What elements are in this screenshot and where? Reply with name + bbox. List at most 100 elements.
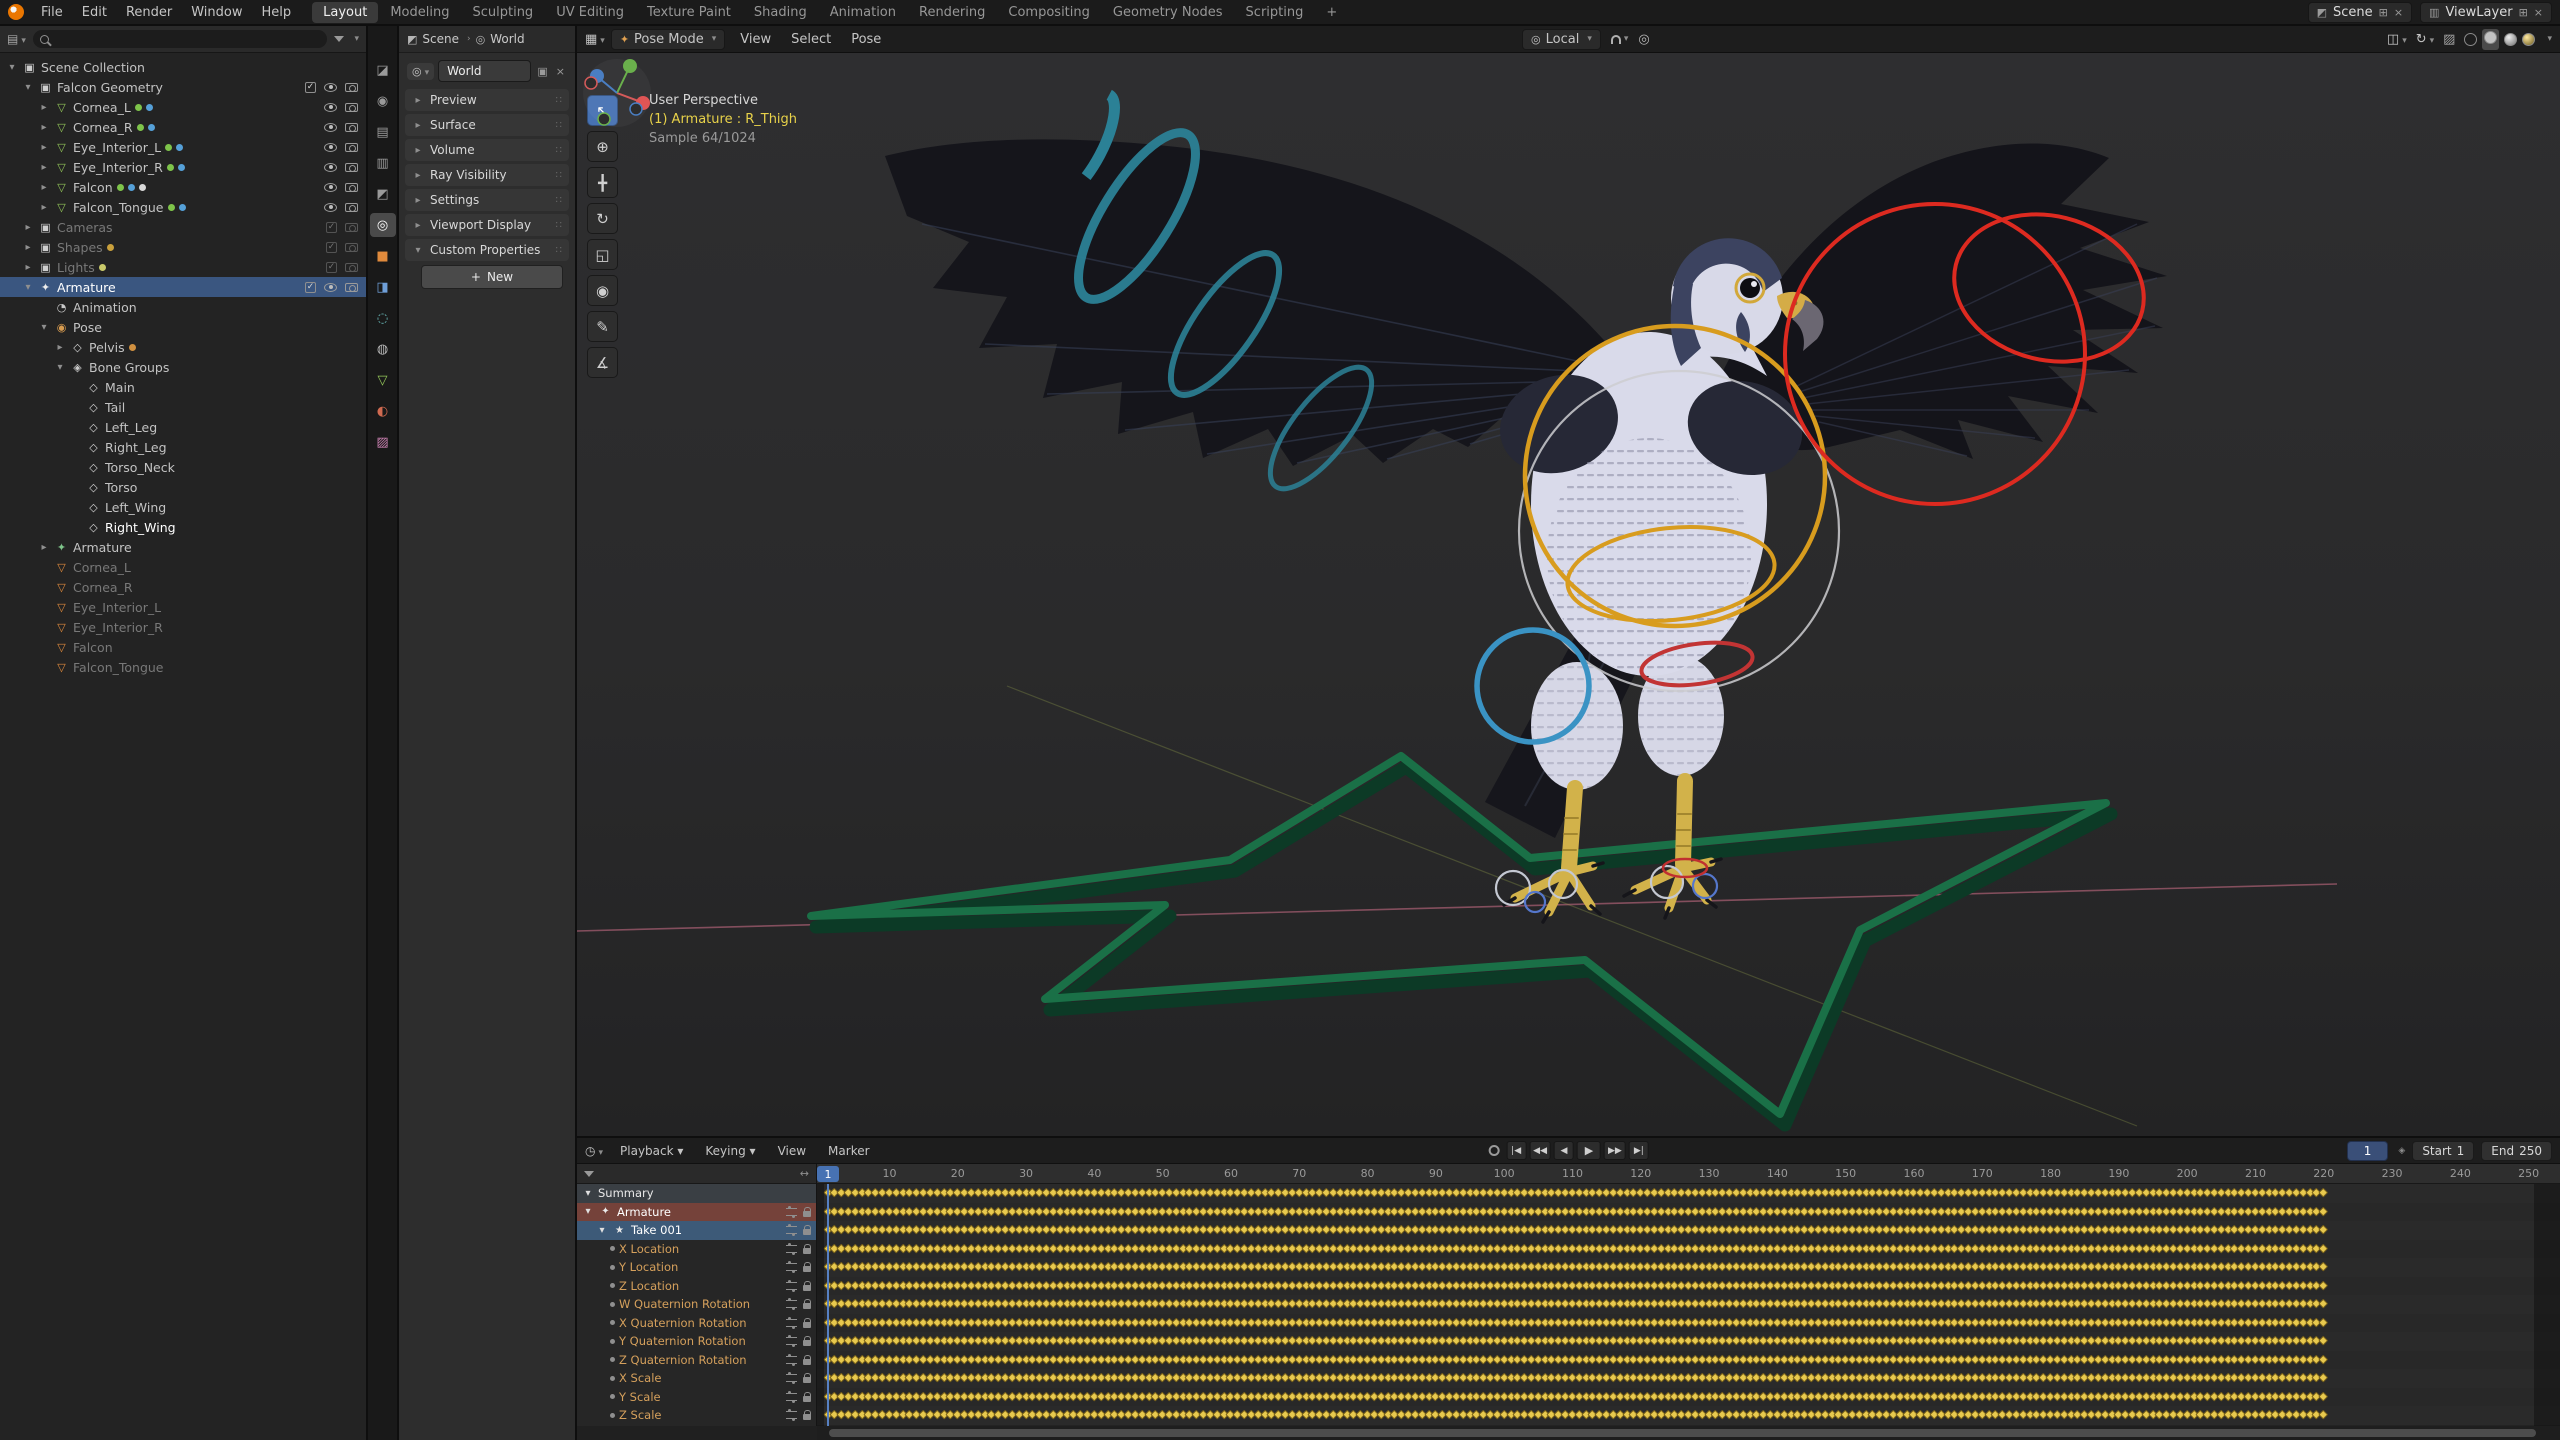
outliner-item-falcon-tongue[interactable]: ▸ ▽ Falcon_Tongue [0, 197, 366, 217]
checkbox-toggle[interactable] [326, 241, 337, 253]
eye-visibility-toggle[interactable] [324, 162, 337, 172]
mode-dropdown[interactable]: ✦ Pose Mode ▾ [610, 28, 726, 50]
xray-icon[interactable]: ▨ [2443, 32, 2455, 47]
outliner-item-torso-neck[interactable]: ◇ Torso_Neck [0, 457, 366, 477]
render-visibility-toggle[interactable] [345, 242, 358, 252]
unlink-scene-icon[interactable]: × [2394, 6, 2403, 19]
outliner-item-pelvis[interactable]: ▸ ◇ Pelvis [0, 337, 366, 357]
checkbox-toggle[interactable] [326, 221, 337, 233]
section-header-viewport-display[interactable]: ▸ Viewport Display ∷ [405, 214, 569, 236]
proportional-editing-icon[interactable]: ◎ [1638, 32, 1649, 47]
keyframe[interactable] [2318, 1298, 2329, 1308]
section-header-volume[interactable]: ▸ Volume ∷ [405, 139, 569, 161]
outliner-item-eye-interior-r[interactable]: ▽ Eye_Interior_R [0, 617, 366, 637]
new-property-button[interactable]: + New [421, 265, 563, 289]
render-visibility-toggle[interactable] [345, 262, 358, 272]
render-visibility-toggle[interactable] [345, 182, 358, 192]
timeline-menu-marker[interactable]: Marker [819, 1141, 878, 1161]
play-reverse-button[interactable]: ◀ [1554, 1141, 1574, 1160]
outliner-item-left-leg[interactable]: ◇ Left_Leg [0, 417, 366, 437]
expand-channels-icon[interactable]: ↔ [800, 1167, 809, 1180]
keyframe[interactable] [2318, 1354, 2329, 1364]
eye-visibility-toggle[interactable] [324, 102, 337, 112]
render-visibility-toggle[interactable] [345, 222, 358, 232]
outliner-item-falcon-tongue[interactable]: ▽ Falcon_Tongue [0, 657, 366, 677]
breadcrumb-scene[interactable]: Scene [422, 32, 459, 46]
channel-w-quaternion-rotation[interactable]: W Quaternion Rotation [577, 1295, 816, 1314]
channel-caret-icon[interactable]: ▾ [596, 1225, 608, 1236]
new-view-layer-icon[interactable]: ⊞ [2519, 6, 2528, 19]
shading-material-icon[interactable] [2504, 32, 2518, 46]
outliner-item-armature[interactable]: ▸ ✦ Armature [0, 537, 366, 557]
outliner-item-animation[interactable]: ◔ Animation [0, 297, 366, 317]
channel-caret-icon[interactable]: ▾ [582, 1206, 594, 1217]
editor-type-icon[interactable]: ▤ ▾ [7, 32, 26, 46]
expand-caret-icon[interactable]: ▸ [38, 162, 50, 173]
filter-icon[interactable] [334, 36, 345, 42]
modifiers-icon[interactable] [786, 1261, 797, 1274]
new-scene-icon[interactable]: ⊞ [2379, 6, 2388, 19]
channel-caret-icon[interactable]: ▾ [582, 1188, 594, 1199]
timeline-menu-playback[interactable]: Playback ▾ [611, 1141, 692, 1161]
editor-type-icon[interactable]: ▦ ▾ [585, 32, 605, 47]
keyframe[interactable] [2318, 1335, 2329, 1345]
outliner-item-scene-collection[interactable]: ▾ ▣ Scene Collection [0, 57, 366, 77]
channel-filter-icon[interactable] [584, 1170, 594, 1177]
channel-y-quaternion-rotation[interactable]: Y Quaternion Rotation [577, 1332, 816, 1351]
menu-edit[interactable]: Edit [73, 2, 116, 23]
outliner-item-cornea-r[interactable]: ▽ Cornea_R [0, 577, 366, 597]
outliner-search-input[interactable] [32, 30, 328, 48]
channel-z-quaternion-rotation[interactable]: Z Quaternion Rotation [577, 1351, 816, 1370]
playhead-handle[interactable]: 1 [817, 1166, 839, 1182]
eye-visibility-toggle[interactable] [324, 282, 337, 292]
channel-y-location[interactable]: Y Location [577, 1258, 816, 1277]
shading-rendered-icon[interactable] [2522, 32, 2536, 46]
keyframe[interactable] [2318, 1372, 2329, 1382]
timeline-menu-view[interactable]: View [769, 1141, 815, 1161]
shading-solid-active[interactable] [2482, 28, 2500, 50]
channel-summary[interactable]: ▾ Summary [577, 1184, 816, 1203]
outliner-item-main[interactable]: ◇ Main [0, 377, 366, 397]
keyframe[interactable] [2318, 1206, 2329, 1216]
lock-icon[interactable] [803, 1336, 811, 1347]
section-caret-icon[interactable]: ▸ [412, 120, 424, 131]
prev-keyframe-button[interactable]: ◀◀ [1529, 1141, 1551, 1160]
section-header-custom-properties[interactable]: ▾ Custom Properties ∷ [405, 239, 569, 261]
channel-y-scale[interactable]: Y Scale [577, 1388, 816, 1407]
viewport-menu-pose[interactable]: Pose [842, 29, 890, 50]
outliner-item-falcon[interactable]: ▸ ▽ Falcon [0, 177, 366, 197]
outliner-item-right-wing[interactable]: ◇ Right_Wing [0, 517, 366, 537]
channel-x-location[interactable]: X Location [577, 1240, 816, 1259]
keyframe[interactable] [2318, 1224, 2329, 1234]
frame-ruler[interactable]: 10 20 30 40 50 60 70 80 90 100 110 120 130 140 150 160 1… [817, 1164, 2560, 1184]
workspace-tab-layout[interactable]: Layout [312, 1, 379, 23]
properties-tab-object-data[interactable]: ▽ [370, 368, 396, 392]
outliner-item-cornea-l[interactable]: ▸ ▽ Cornea_L [0, 97, 366, 117]
channel-x-scale[interactable]: X Scale [577, 1369, 816, 1388]
channel-armature[interactable]: ▾ ✦ Armature [577, 1202, 816, 1221]
workspace-tab-modeling[interactable]: Modeling [379, 2, 460, 23]
workspace-tab-uv-editing[interactable]: UV Editing [545, 2, 635, 23]
expand-caret-icon[interactable]: ▾ [22, 282, 34, 293]
keying-set-icon[interactable]: ◈ [2398, 1146, 2405, 1156]
section-caret-icon[interactable]: ▸ [412, 145, 424, 156]
expand-caret-icon[interactable]: ▸ [38, 102, 50, 113]
eye-visibility-toggle[interactable] [324, 202, 337, 212]
menu-window[interactable]: Window [182, 2, 251, 23]
outliner-item-falcon[interactable]: ▽ Falcon [0, 637, 366, 657]
view-layer-selector[interactable]: ▥ ViewLayer ⊞ × [2420, 1, 2552, 23]
playhead-line[interactable] [827, 1184, 829, 1426]
eye-visibility-toggle[interactable] [324, 182, 337, 192]
render-visibility-toggle[interactable] [345, 282, 358, 292]
properties-tab-scene[interactable]: ◩ [370, 182, 396, 206]
properties-tab-modifiers[interactable]: ◨ [370, 275, 396, 299]
keyframe[interactable] [2318, 1187, 2329, 1197]
section-caret-icon[interactable]: ▸ [412, 220, 424, 231]
workspace-tab-shading[interactable]: Shading [743, 2, 818, 23]
properties-tab-material[interactable]: ◐ [370, 399, 396, 423]
modifiers-icon[interactable] [786, 1372, 797, 1385]
properties-tab-constraints[interactable]: ◍ [370, 337, 396, 361]
lock-icon[interactable] [803, 1317, 811, 1328]
shading-dropdown-icon[interactable]: ▾ [2547, 34, 2552, 44]
expand-caret-icon[interactable]: ▸ [38, 542, 50, 553]
